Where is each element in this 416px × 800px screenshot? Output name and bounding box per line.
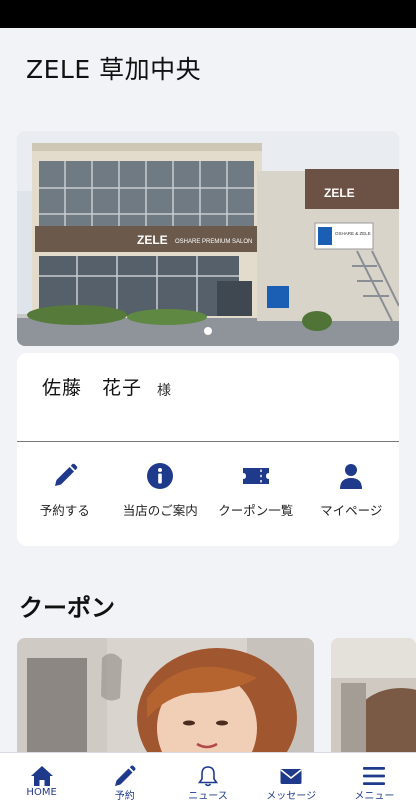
bottom-navigation: HOME 予約 ニュース メッセージ メニュー <box>0 752 416 800</box>
person-icon <box>340 464 363 489</box>
quick-action-coupons[interactable]: クーポン一覧 <box>208 453 304 533</box>
customer-name: 佐藤 花子 <box>42 377 143 399</box>
nav-menu[interactable]: メニュー <box>333 753 416 800</box>
sign-sub: OSHARE PREMIUM SALON <box>175 239 252 245</box>
nav-home[interactable]: HOME <box>0 753 83 800</box>
quick-action-store-info[interactable]: 当店のご案内 <box>113 453 209 533</box>
coupon-section-title: クーポン <box>19 594 115 622</box>
bell-icon <box>197 766 219 787</box>
salon-building-image: ZELE OSHARE PREMIUM SALON ZELE OSHARE & … <box>17 131 399 346</box>
coupon-card[interactable] <box>17 638 314 752</box>
quick-action-label: 予約する <box>39 503 90 518</box>
quick-action-label: マイページ <box>320 503 383 518</box>
quick-action-mypage[interactable]: マイページ <box>304 453 400 533</box>
pencil-icon <box>114 765 136 786</box>
quick-action-label: クーポン一覧 <box>218 503 294 518</box>
nav-label: メッセージ <box>266 791 317 800</box>
carousel-dot-active[interactable] <box>204 327 212 335</box>
nav-label: メニュー <box>354 791 395 800</box>
customer-honorific: 様 <box>157 383 171 399</box>
sign-main: ZELE <box>137 233 168 247</box>
nav-messages[interactable]: メッセージ <box>250 753 333 800</box>
nav-label: ニュース <box>188 791 228 800</box>
coupon-image <box>331 638 416 752</box>
member-card: 佐藤 花子 様 予約する 当店のご案内 クーポン一覧 マイページ <box>17 353 399 546</box>
pencil-icon <box>54 463 77 486</box>
mail-icon <box>280 769 302 784</box>
quick-actions: 予約する 当店のご案内 クーポン一覧 マイページ <box>17 453 399 533</box>
divider <box>17 441 399 442</box>
info-icon <box>147 463 174 489</box>
sign-side: ZELE <box>324 186 355 200</box>
coupon-image <box>17 638 314 752</box>
banner-text: OSHARE & ZELE <box>335 231 371 236</box>
nav-news[interactable]: ニュース <box>166 753 249 800</box>
quick-action-reserve[interactable]: 予約する <box>17 453 113 533</box>
ticket-icon <box>242 468 269 484</box>
home-icon <box>30 766 53 786</box>
nav-label: 予約 <box>114 791 135 800</box>
coupon-card[interactable] <box>331 638 416 752</box>
nav-label: HOME <box>26 787 57 798</box>
menu-icon <box>363 767 386 785</box>
nav-reserve[interactable]: 予約 <box>83 753 166 800</box>
quick-action-label: 当店のご案内 <box>122 503 198 518</box>
page-title: ZELE 草加中央 <box>26 55 202 84</box>
hero-carousel[interactable]: ZELE OSHARE PREMIUM SALON ZELE OSHARE & … <box>17 131 399 346</box>
status-bar <box>0 0 416 28</box>
